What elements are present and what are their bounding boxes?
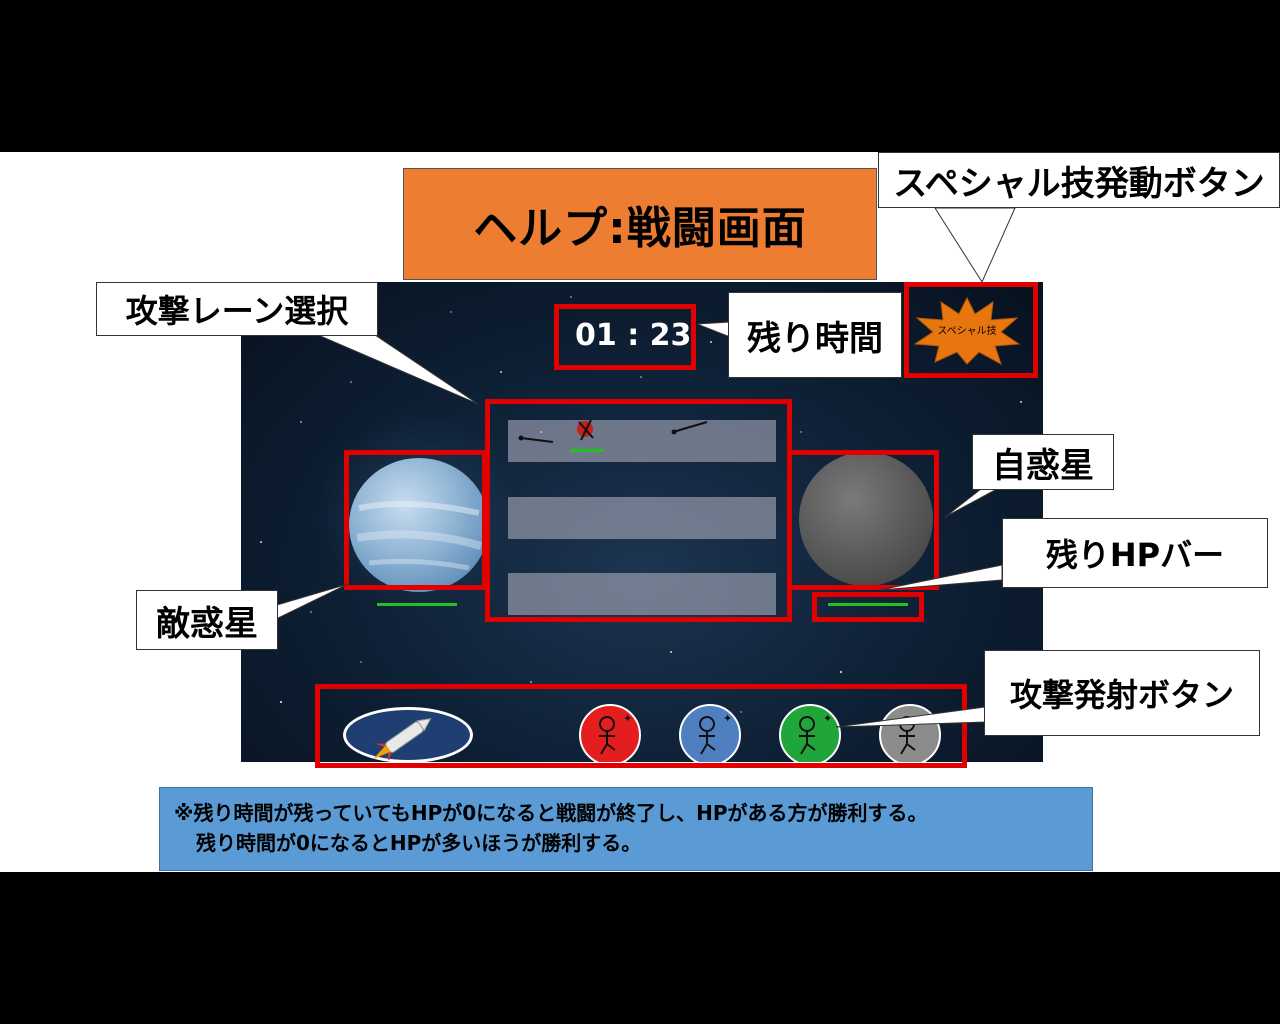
lane-highlight [485,399,792,622]
timer-highlight [554,304,696,370]
fire-buttons-highlight [315,684,967,768]
callout-enemy-planet: 敵惑星 [136,590,278,650]
rules-note-line2: 残り時間が0になるとHPが多いほうが勝利する。 [196,831,642,855]
special-highlight [904,282,1038,378]
help-title: ヘルプ:戦闘画面 [403,168,877,280]
hp-bar-highlight [812,592,924,622]
callout-time-left: 残り時間 [728,292,902,378]
rules-note-line1: ※残り時間が残っていてもHPが0になると戦闘が終了し、HPがある方が勝利する。 [174,801,928,825]
callout-own-planet: 自惑星 [972,434,1114,490]
rules-note: ※残り時間が残っていてもHPが0になると戦闘が終了し、HPがある方が勝利する。 … [159,787,1093,871]
own-planet-highlight [787,450,939,590]
enemy-planet-highlight [344,450,487,590]
callout-lane-select: 攻撃レーン選択 [96,282,378,336]
callout-hp-bar: 残りHPバー [1002,518,1268,588]
enemy-hp-bar [377,603,457,606]
help-slide: ヘルプ:戦闘画面 01 : 23 スペシャル技 ✦ ✦ ✦ ✦ スペシャル技発動… [0,152,1280,872]
callout-fire-button: 攻撃発射ボタン [984,650,1260,736]
callout-special-button: スペシャル技発動ボタン [878,152,1280,208]
